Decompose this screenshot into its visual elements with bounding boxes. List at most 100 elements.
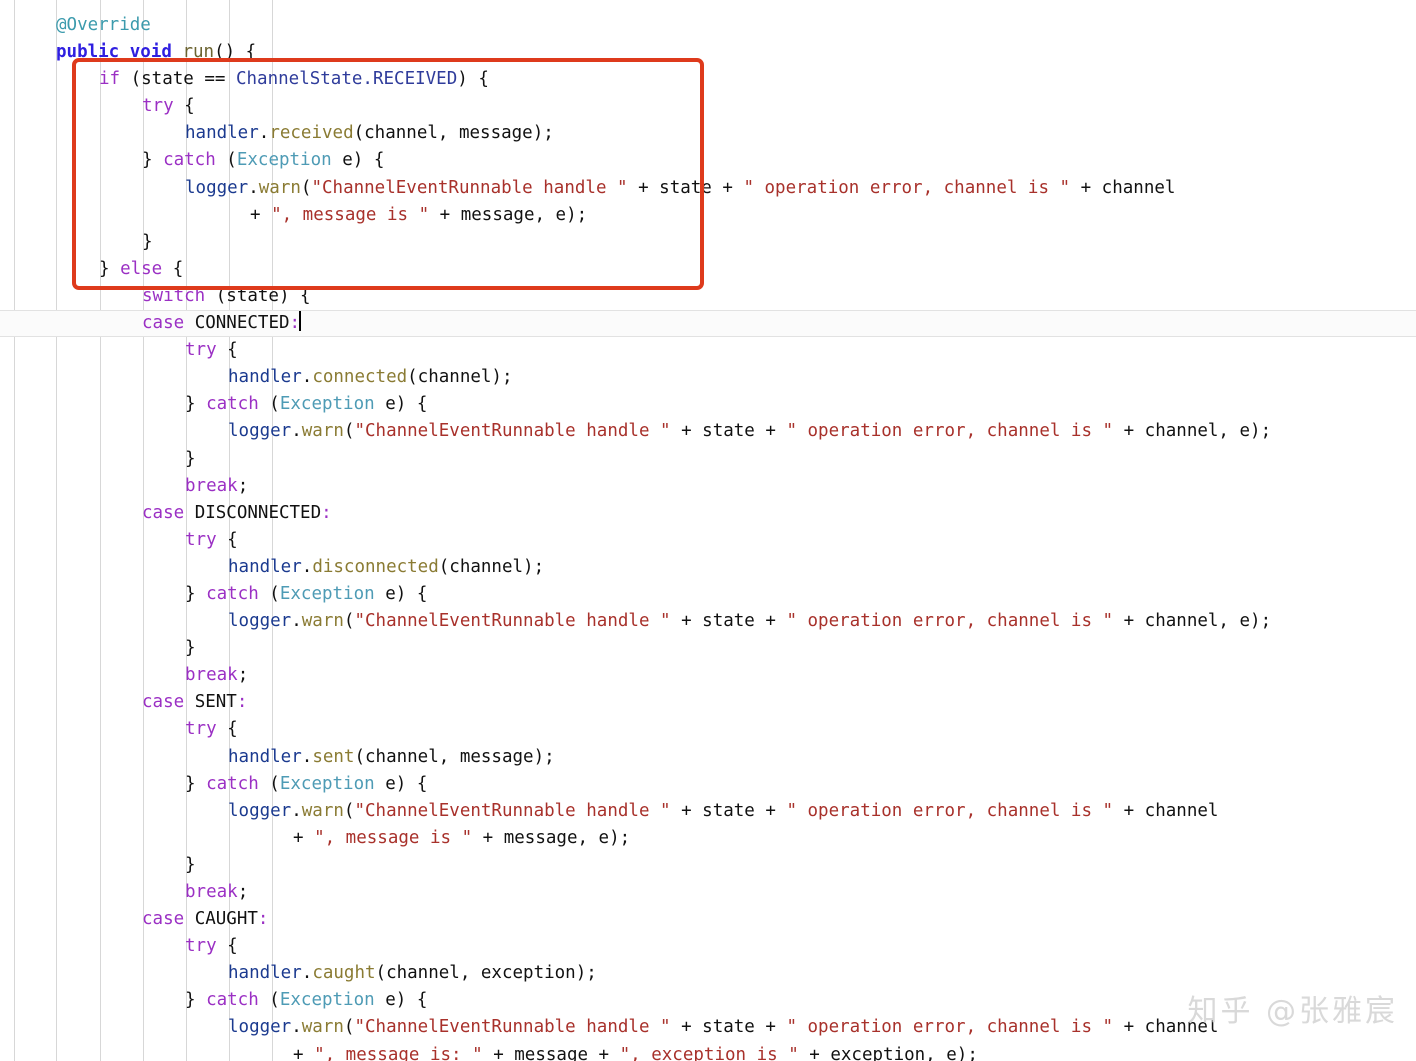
code-line[interactable]: case SENT: bbox=[0, 689, 1416, 716]
code-line-current[interactable]: case CONNECTED: bbox=[0, 310, 1416, 338]
code-line[interactable]: } else { bbox=[0, 256, 1416, 283]
code-line[interactable]: break; bbox=[0, 473, 1416, 500]
token-plain: . bbox=[301, 556, 313, 577]
code-line[interactable]: break; bbox=[0, 879, 1416, 906]
text-caret bbox=[299, 311, 302, 332]
code-line[interactable]: handler.disconnected(channel); bbox=[0, 554, 1416, 581]
token-plain: () { bbox=[214, 42, 257, 63]
token-ident: logger bbox=[228, 611, 292, 632]
token-plain: ( bbox=[258, 773, 280, 794]
token-plain: + message + bbox=[482, 1044, 620, 1061]
token-str: "ChannelEventRunnable handle " bbox=[354, 1017, 671, 1038]
token-method: disconnected bbox=[312, 556, 439, 577]
token-plain: ( bbox=[343, 800, 355, 821]
token-kw: catch bbox=[206, 773, 259, 794]
token-ident: handler bbox=[228, 556, 302, 577]
token-anno: @Override bbox=[56, 15, 151, 35]
code-editor[interactable]: @Override public void run() {if (state ==… bbox=[0, 0, 1416, 1061]
token-kw: catch bbox=[206, 990, 259, 1011]
token-plain: } bbox=[185, 448, 196, 469]
code-line[interactable]: } catch (Exception e) { bbox=[0, 581, 1416, 608]
code-line[interactable]: } bbox=[0, 446, 1416, 473]
token-plain: (state == bbox=[120, 69, 236, 90]
token-plain: + channel, e); bbox=[1113, 611, 1272, 632]
token-type2: Exception bbox=[279, 990, 375, 1011]
token-plain: ; bbox=[237, 882, 249, 902]
code-line[interactable]: if (state == ChannelState.RECEIVED) { bbox=[0, 66, 1416, 93]
token-plain: . bbox=[301, 367, 313, 388]
token-method: caught bbox=[312, 963, 376, 984]
token-kw: case bbox=[142, 313, 185, 334]
token-str: " operation error, channel is " bbox=[786, 611, 1114, 632]
code-line[interactable]: } catch (Exception e) { bbox=[0, 147, 1416, 174]
code-line[interactable]: logger.warn("ChannelEventRunnable handle… bbox=[0, 798, 1416, 825]
token-kw: : bbox=[236, 692, 248, 713]
code-line[interactable]: case DISCONNECTED: bbox=[0, 500, 1416, 527]
token-mod: void bbox=[129, 42, 172, 63]
token-kw: try bbox=[185, 936, 217, 957]
token-method: connected bbox=[312, 367, 408, 388]
code-line[interactable]: + ", message is " + message, e); bbox=[0, 202, 1416, 229]
code-line[interactable]: break; bbox=[0, 662, 1416, 689]
code-line[interactable]: logger.warn("ChannelEventRunnable handle… bbox=[0, 175, 1416, 202]
code-line[interactable]: } bbox=[0, 635, 1416, 662]
code-line[interactable]: handler.connected(channel); bbox=[0, 364, 1416, 391]
code-line[interactable]: public void run() { bbox=[0, 39, 1416, 66]
code-line[interactable]: try { bbox=[0, 716, 1416, 743]
token-str: "ChannelEventRunnable handle " bbox=[354, 800, 671, 821]
code-line[interactable]: try { bbox=[0, 93, 1416, 120]
token-str: "ChannelEventRunnable handle " bbox=[311, 177, 628, 198]
token-str: ", message is " bbox=[314, 827, 473, 848]
token-plain: { bbox=[173, 96, 195, 117]
token-plain: e) { bbox=[374, 394, 428, 415]
code-line[interactable]: case CAUGHT: bbox=[0, 906, 1416, 933]
token-plain: + bbox=[293, 827, 315, 848]
code-line[interactable]: } bbox=[0, 229, 1416, 256]
code-line[interactable]: logger.warn("ChannelEventRunnable handle… bbox=[0, 1014, 1416, 1041]
token-method: warn bbox=[258, 177, 301, 198]
token-plain: + channel bbox=[1070, 177, 1176, 198]
token-kw: switch bbox=[142, 285, 206, 306]
token-kw: break bbox=[185, 665, 238, 686]
code-line[interactable]: + ", message is: " + message + ", except… bbox=[0, 1042, 1416, 1061]
token-kw: case bbox=[142, 909, 185, 930]
code-line[interactable]: handler.sent(channel, message); bbox=[0, 744, 1416, 771]
token-plain: } bbox=[142, 231, 153, 252]
token-ident: logger bbox=[228, 1017, 292, 1038]
token-type2: Exception bbox=[279, 583, 375, 604]
code-line[interactable]: try { bbox=[0, 337, 1416, 364]
code-surface[interactable]: @Override public void run() {if (state ==… bbox=[0, 0, 1416, 1061]
token-plain: e) { bbox=[331, 150, 385, 171]
token-type2: Exception bbox=[279, 394, 375, 415]
token-str: ", message is " bbox=[271, 204, 430, 225]
token-plain: ( bbox=[258, 583, 280, 604]
code-line[interactable]: + ", message is " + message, e); bbox=[0, 825, 1416, 852]
token-ident: logger bbox=[228, 800, 292, 821]
code-line[interactable]: logger.warn("ChannelEventRunnable handle… bbox=[0, 608, 1416, 635]
token-kw: catch bbox=[206, 394, 259, 415]
code-line[interactable]: } bbox=[0, 852, 1416, 879]
token-plain: + bbox=[293, 1044, 315, 1061]
code-line[interactable]: handler.received(channel, message); bbox=[0, 120, 1416, 147]
code-line[interactable]: handler.caught(channel, exception); bbox=[0, 960, 1416, 987]
token-plain: + exception, e); bbox=[798, 1044, 978, 1061]
token-plain: ( bbox=[343, 1017, 355, 1038]
code-line[interactable]: try { bbox=[0, 527, 1416, 554]
token-plain: + message, e); bbox=[472, 827, 631, 848]
code-line[interactable]: } catch (Exception e) { bbox=[0, 987, 1416, 1014]
token-kw: catch bbox=[163, 150, 216, 171]
code-line[interactable]: } catch (Exception e) { bbox=[0, 391, 1416, 418]
code-line[interactable]: switch (state) { bbox=[0, 283, 1416, 310]
code-line[interactable]: logger.warn("ChannelEventRunnable handle… bbox=[0, 418, 1416, 445]
token-str: " operation error, channel is " bbox=[786, 421, 1114, 442]
token-plain: (state) { bbox=[205, 285, 311, 306]
token-plain: DISCONNECTED bbox=[184, 502, 322, 523]
token-ident: handler bbox=[228, 746, 302, 767]
code-line[interactable]: try { bbox=[0, 933, 1416, 960]
token-str: "ChannelEventRunnable handle " bbox=[354, 611, 671, 632]
code-line[interactable]: } catch (Exception e) { bbox=[0, 771, 1416, 798]
token-plain: { bbox=[216, 936, 238, 957]
token-plain: . bbox=[291, 421, 302, 442]
code-line[interactable]: @Override bbox=[0, 12, 1416, 39]
